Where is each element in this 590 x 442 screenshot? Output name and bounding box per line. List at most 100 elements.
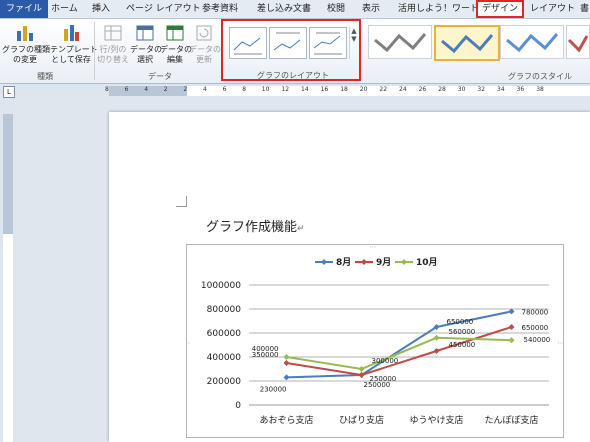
layout-thumb-2[interactable] — [269, 27, 307, 59]
y-tick-label: 1000000 — [201, 281, 241, 291]
legend-label: 9月 — [376, 257, 391, 268]
tab-page-layout[interactable]: ページ レイアウト — [126, 0, 201, 18]
document-heading: グラフ作成機能↵ — [206, 220, 305, 235]
tab-mailings[interactable]: 差し込み文書 — [257, 0, 311, 18]
select-data-button[interactable]: データの 選択 — [130, 23, 162, 65]
edit-data-button[interactable]: データの 編集 — [160, 23, 192, 65]
tab-format[interactable]: 書 — [580, 0, 589, 18]
line-chart: 0 200000 400000 600000 800000 1000000 あおぞら支店 ひば… — [184, 243, 565, 442]
save-as-template-button[interactable]: テンプレート として保存 — [50, 23, 98, 65]
tab-review[interactable]: 校閲 — [327, 0, 345, 18]
layout-thumb-3[interactable] — [309, 27, 347, 59]
x-tick-label: たんぽぽ支店 — [484, 414, 538, 426]
ruler-tick-label: 6 — [222, 86, 227, 93]
paragraph-mark-icon: ↵ — [297, 224, 305, 234]
data-label: 540000 — [524, 336, 551, 344]
data-label: 650000 — [522, 324, 549, 332]
change-chart-type-button[interactable]: グラフの種類 の変更 — [2, 23, 50, 65]
data-label: 650000 — [447, 318, 474, 326]
ruler-tick-label: 20 — [359, 86, 368, 93]
tab-view[interactable]: 表示 — [362, 0, 380, 18]
data-label: 300000 — [372, 357, 399, 365]
legend-swatch-marker — [361, 259, 367, 265]
horizontal-ruler[interactable]: L 8 6 4 2 2 4 6 8 10 12 14 16 18 20 22 24 26 28 30 32 34 36 38 — [0, 84, 590, 98]
style-thumb-1[interactable] — [368, 25, 432, 59]
table-select-icon — [135, 23, 155, 43]
group-label-layout: グラフのレイアウト — [257, 71, 329, 80]
tab-insert[interactable]: 挿入 — [92, 0, 110, 18]
ruler-tick-label: 24 — [399, 86, 407, 93]
chevron-up-icon: ▲ — [351, 27, 357, 35]
tab-home[interactable]: ホーム — [51, 0, 78, 18]
data-point — [508, 337, 515, 344]
data-point — [433, 334, 440, 341]
style-thumb-4[interactable] — [566, 25, 590, 59]
ribbon-tab-bar: ファイル ホーム 挿入 ページ レイアウト 参考資料 差し込み文書 校閲 表示 … — [0, 0, 590, 19]
group-label-type: 種類 — [37, 72, 53, 81]
y-tick-label: 400000 — [207, 353, 242, 363]
tab-design[interactable]: デザイン — [476, 0, 525, 18]
tab-file[interactable]: ファイル — [0, 0, 49, 18]
data-point — [283, 354, 290, 360]
chart-frame[interactable]: 0 200000 400000 600000 800000 1000000 あおぞら支店 ひば… — [184, 243, 565, 442]
edit-data-label: データの 編集 — [160, 45, 192, 64]
ruler-tick-label: 6 — [124, 86, 129, 93]
switch-row-column-button[interactable]: 行/列の 切り替え — [96, 23, 130, 65]
style-thumb-3[interactable] — [500, 25, 564, 59]
y-tick-label: 200000 — [207, 377, 242, 387]
series-line — [286, 336, 512, 371]
data-label: 450000 — [449, 341, 476, 349]
y-tick-label: 800000 — [207, 305, 242, 315]
ruler-tick-label: 28 — [438, 86, 446, 93]
data-point — [358, 366, 365, 372]
data-point — [433, 348, 440, 354]
ruler-tick-label: 22 — [379, 86, 388, 93]
select-data-label: データの 選択 — [130, 45, 162, 64]
data-label: 250000 — [370, 375, 397, 383]
layout-scroll[interactable]: ▲ ▼ — [349, 27, 358, 59]
tab-word-tips[interactable]: 活用しよう！ワード — [398, 0, 479, 18]
table-refresh-icon — [194, 23, 214, 43]
ruler-tick-label: 26 — [418, 86, 427, 93]
legend-swatch-marker — [321, 259, 327, 265]
chevron-down-icon: ▼ — [351, 35, 357, 43]
resize-handle: ⋯ — [558, 339, 564, 347]
refresh-data-button[interactable]: データの 更新 — [189, 23, 221, 65]
change-chart-type-label: グラフの種類 の変更 — [2, 45, 50, 64]
ruler-text-area-v — [3, 234, 13, 442]
data-label: 780000 — [522, 308, 549, 316]
ruler-tick-label: 4 — [203, 86, 207, 93]
ruler-tick-label: 36 — [516, 86, 525, 93]
table-edit-icon — [165, 23, 185, 43]
tab-layout[interactable]: レイアウト — [530, 0, 575, 18]
group-label-data: データ — [148, 72, 172, 81]
ruler-margin-top — [3, 114, 13, 234]
ruler-tick-label: 2 — [163, 86, 168, 93]
x-tick-label: ゆうやけ支店 — [409, 414, 463, 426]
resize-handle: ⋯ — [370, 245, 377, 251]
data-label: 230000 — [260, 385, 287, 393]
save-as-template-label: テンプレート として保存 — [50, 45, 98, 64]
data-point — [283, 374, 290, 381]
tab-references[interactable]: 参考資料 — [202, 0, 238, 18]
bar-chart-icon — [15, 23, 35, 43]
margin-corner-mark — [176, 196, 187, 207]
chart-template-icon — [61, 23, 81, 43]
data-point — [283, 360, 290, 366]
ruler-tick-label: 8 — [105, 86, 109, 93]
ruler-tick-label: 32 — [477, 86, 486, 93]
legend-label: 10月 — [416, 257, 438, 268]
data-label: 400000 — [252, 345, 279, 353]
ruler-tick-label: 8 — [242, 86, 247, 93]
ribbon: グラフの種類 の変更 テンプレート として保存 種類 行/列の 切り替え データ… — [0, 19, 590, 84]
x-tick-label: ひばり支店 — [339, 414, 384, 426]
switch-row-column-label: 行/列の 切り替え — [97, 45, 129, 64]
data-point — [508, 324, 515, 330]
layout-thumb-1[interactable] — [229, 27, 267, 59]
chart-layout-group: ▲ ▼ グラフのレイアウト — [221, 19, 361, 81]
group-separator — [94, 22, 95, 80]
ruler-tick-label: 10 — [261, 86, 270, 93]
legend-swatch-marker — [401, 259, 407, 265]
vertical-ruler[interactable] — [0, 98, 16, 442]
style-thumb-2[interactable] — [434, 25, 500, 61]
